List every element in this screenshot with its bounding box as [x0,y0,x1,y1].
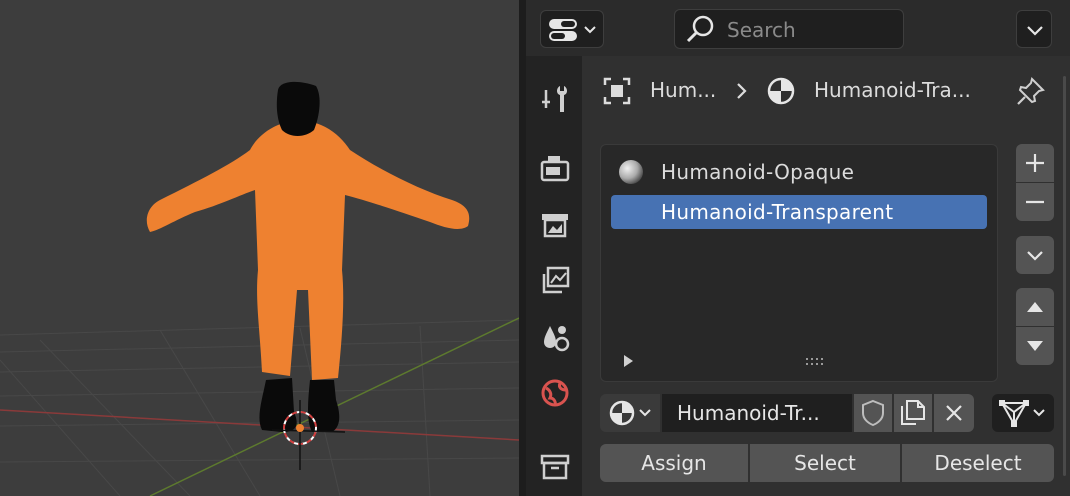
output-icon [542,214,568,238]
properties-editor-icon [549,19,596,41]
material-icon [609,400,651,426]
remove-slot-button[interactable] [1016,183,1054,221]
breadcrumb-object: Hum... [650,78,717,102]
add-slot-button[interactable] [1016,144,1054,182]
chevron-right-icon [737,83,747,99]
browse-material-button[interactable] [600,394,660,432]
search-icon [686,15,714,43]
material-properties: Hum... Humanoid-Tra... Humanoid-Opaque H… [582,56,1070,496]
vertex-mode-icon [999,400,1045,427]
tab-view-layer[interactable] [538,264,572,298]
duplicate-material-button[interactable] [894,394,932,432]
chevron-down-icon [1027,26,1043,36]
list-item[interactable]: Humanoid-Opaque [611,155,987,189]
tab-collection[interactable] [538,450,572,484]
resize-handle-icon[interactable] [803,355,833,369]
breadcrumb-material: Humanoid-Tra... [814,78,971,102]
filter-expand-icon[interactable] [619,351,639,371]
select-mode-dropdown[interactable] [992,394,1054,432]
triangle-down-icon [1027,341,1043,351]
tool-icon [542,86,567,112]
material-name-field[interactable]: Humanoid-Tr... [662,394,852,432]
editor-type-dropdown[interactable] [540,10,604,48]
material-icon [767,77,795,105]
search-placeholder: Search [727,18,796,42]
pin-icon[interactable] [1014,74,1048,108]
tab-world[interactable] [538,376,572,410]
material-slot-list[interactable]: Humanoid-Opaque Humanoid-Transparent [600,144,998,382]
list-item[interactable]: Humanoid-Transparent [611,195,987,229]
material-name: Humanoid-Tr... [677,401,820,425]
tab-render[interactable] [538,152,572,186]
search-input[interactable]: Search [674,9,904,49]
world-icon [541,379,569,407]
object-icon [603,77,631,105]
tab-tool[interactable] [538,82,572,116]
deselect-button[interactable]: Deselect [902,444,1054,482]
chevron-down-icon [1027,251,1043,261]
floor-grid [0,319,519,496]
slot-specials-button[interactable] [1016,236,1054,274]
options-dropdown-button[interactable] [1016,10,1052,48]
unlink-material-button[interactable] [934,394,974,432]
close-icon [946,405,962,421]
fake-user-button[interactable] [854,394,892,432]
tab-output[interactable] [538,208,572,242]
3d-viewport[interactable] [0,0,519,496]
plus-icon [1026,154,1044,172]
select-button[interactable]: Select [750,444,900,482]
humanoid-figure[interactable] [146,81,470,432]
slot-label: Humanoid-Transparent [661,200,894,224]
scene-icon [544,326,570,352]
collection-icon [540,454,570,480]
scrollbar[interactable] [1063,76,1066,476]
render-icon [540,156,570,182]
properties-tabs [526,56,582,496]
material-preview-icon [619,160,643,184]
properties-header: Search [526,0,1070,56]
properties-editor: Search Hum... Humanoid-Tra... Humanoid-O… [526,0,1070,496]
move-slot-up-button[interactable] [1016,288,1054,326]
assign-button[interactable]: Assign [600,444,748,482]
tab-scene[interactable] [538,320,572,354]
duplicate-icon [901,400,925,425]
area-divider[interactable] [519,0,526,496]
move-slot-down-button[interactable] [1016,327,1054,365]
triangle-up-icon [1027,302,1043,312]
shield-icon [862,399,884,427]
view-layer-icon [542,266,570,294]
viewport-scene [0,81,519,496]
slot-label: Humanoid-Opaque [661,160,855,184]
minus-icon [1026,200,1044,204]
